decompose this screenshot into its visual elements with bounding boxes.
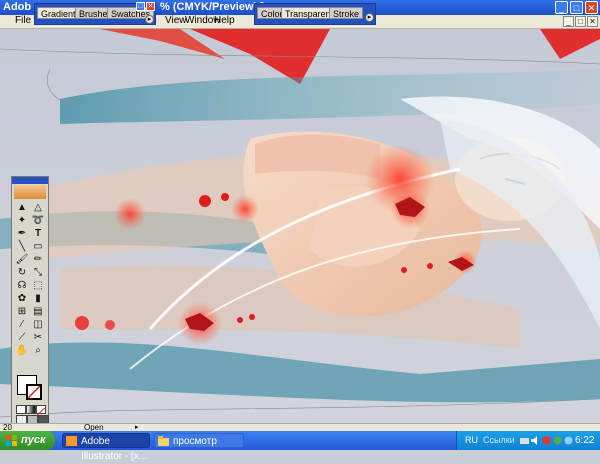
antivirus-icon[interactable] bbox=[553, 436, 562, 445]
taskbar-item-label: Adobe Illustrator - [x... bbox=[81, 436, 148, 462]
rectangle-tool-icon[interactable]: ▭ bbox=[31, 241, 45, 253]
folder-icon bbox=[158, 436, 169, 446]
taskbar: пуск Adobe Illustrator - [x... просмотр … bbox=[0, 431, 600, 462]
gradient-palette-close-button[interactable]: ✕ bbox=[146, 2, 155, 11]
document-minimize-button[interactable]: _ bbox=[563, 16, 574, 27]
selection-tool-icon[interactable]: ▲ bbox=[15, 202, 29, 214]
messenger-icon[interactable] bbox=[564, 436, 573, 445]
maximize-button[interactable]: □ bbox=[570, 1, 583, 14]
scale-tool-icon[interactable]: ⤡ bbox=[31, 267, 45, 279]
stroke-swatch[interactable] bbox=[26, 384, 42, 400]
illustrator-app-icon bbox=[66, 436, 77, 446]
graph-tool-icon[interactable]: ▮ bbox=[31, 293, 45, 305]
eyedropper-tool-icon[interactable]: ⁄ bbox=[15, 319, 29, 331]
rotate-tool-icon[interactable]: ↻ bbox=[15, 267, 29, 279]
gradient-palette-menu-button[interactable]: ▸ bbox=[145, 15, 154, 24]
document-maximize-button[interactable]: □ bbox=[575, 16, 586, 27]
tab-stroke-label: Stroke bbox=[333, 9, 360, 19]
lasso-tool-icon[interactable]: ➰ bbox=[31, 215, 45, 227]
start-label: пуск bbox=[21, 434, 46, 446]
start-button[interactable]: пуск bbox=[0, 431, 55, 450]
taskbar-item-label: просмотр bbox=[173, 436, 217, 447]
window-controls: _ □ ✕ bbox=[555, 1, 598, 14]
language-indicator[interactable]: RU bbox=[465, 435, 478, 445]
free-transform-tool-icon[interactable]: ⬚ bbox=[31, 280, 45, 292]
menu-help[interactable]: Help bbox=[214, 15, 235, 26]
symbol-sprayer-tool-icon[interactable]: ✿ bbox=[15, 293, 29, 305]
none-swatch-icon bbox=[27, 385, 41, 399]
type-tool-icon[interactable]: T bbox=[31, 228, 45, 240]
line-tool-icon[interactable]: ╲ bbox=[15, 241, 29, 253]
gradient-tool-icon[interactable]: ▤ bbox=[31, 306, 45, 318]
network-icon[interactable] bbox=[520, 436, 529, 445]
menu-file[interactable]: File bbox=[15, 15, 31, 26]
artboard-canvas[interactable] bbox=[0, 29, 600, 423]
magic-wand-tool-icon[interactable]: ✦ bbox=[15, 215, 29, 227]
app-title: Adob bbox=[3, 1, 32, 13]
taskbar-item-illustrator[interactable]: Adobe Illustrator - [x... bbox=[62, 433, 150, 462]
menu-view[interactable]: View bbox=[165, 15, 187, 26]
none-mode-slash-icon bbox=[36, 407, 46, 416]
tab-stroke[interactable]: Stroke bbox=[329, 7, 364, 19]
minimize-button[interactable]: _ bbox=[555, 1, 568, 14]
toolbox: ▲ △ ✦ ➰ ✒ T ╲ ▭ 🖌 ✏ ↻ ⤡ ☊ ⬚ ✿ ▮ ⊞ ▤ ⁄ ◫ … bbox=[11, 176, 49, 426]
pencil-tool-icon[interactable]: ✏ bbox=[31, 254, 45, 266]
transparency-palette-menu-button[interactable]: ▸ bbox=[365, 13, 374, 22]
gradient-palette-minimize-button[interactable]: □ bbox=[136, 2, 145, 11]
transparency-palette: Color Transparency Stroke ▸ bbox=[254, 3, 376, 25]
taskbar-item-prosmotr[interactable]: просмотр bbox=[154, 433, 244, 448]
color-mode-icon[interactable] bbox=[16, 405, 26, 414]
tab-gradient[interactable]: Gradient bbox=[37, 7, 80, 19]
tab-color-label: Color bbox=[261, 9, 283, 19]
toolbox-title-bar[interactable] bbox=[12, 177, 48, 184]
none-mode-icon[interactable] bbox=[36, 405, 46, 416]
artwork bbox=[0, 29, 600, 423]
adobe-flower-icon[interactable] bbox=[14, 185, 46, 199]
hand-tool-icon[interactable]: ✋ bbox=[15, 345, 29, 357]
pen-tool-icon[interactable]: ✒ bbox=[15, 228, 29, 240]
blend-tool-icon[interactable]: ◫ bbox=[31, 319, 45, 331]
volume-icon[interactable] bbox=[531, 436, 540, 445]
scissors-tool-icon[interactable]: ✂ bbox=[31, 332, 45, 344]
gradient-palette: Gradient Brushes Swatches □ ✕ ▸ bbox=[34, 2, 156, 25]
document-controls: _ □ ✕ bbox=[563, 16, 598, 27]
warp-tool-icon[interactable]: ☊ bbox=[15, 280, 29, 292]
direct-selection-tool-icon[interactable]: △ bbox=[31, 202, 45, 214]
slice-tool-icon[interactable]: ⟋ bbox=[15, 332, 29, 344]
clock[interactable]: 6:22 bbox=[575, 435, 594, 446]
document-title: % (CMYK/Preview) ] bbox=[160, 1, 264, 13]
security-shield-icon[interactable] bbox=[542, 436, 551, 445]
windows-flag-icon bbox=[6, 435, 17, 446]
zoom-tool-icon[interactable]: ⌕ bbox=[31, 345, 45, 357]
paintbrush-tool-icon[interactable]: 🖌 bbox=[15, 254, 29, 266]
close-button[interactable]: ✕ bbox=[585, 1, 598, 14]
mesh-tool-icon[interactable]: ⊞ bbox=[15, 306, 29, 318]
links-toolbar-label[interactable]: Ссылки bbox=[483, 435, 515, 445]
gradient-mode-icon[interactable] bbox=[26, 405, 36, 414]
document-close-button[interactable]: ✕ bbox=[587, 16, 598, 27]
tab-gradient-label: Gradient bbox=[41, 9, 76, 19]
